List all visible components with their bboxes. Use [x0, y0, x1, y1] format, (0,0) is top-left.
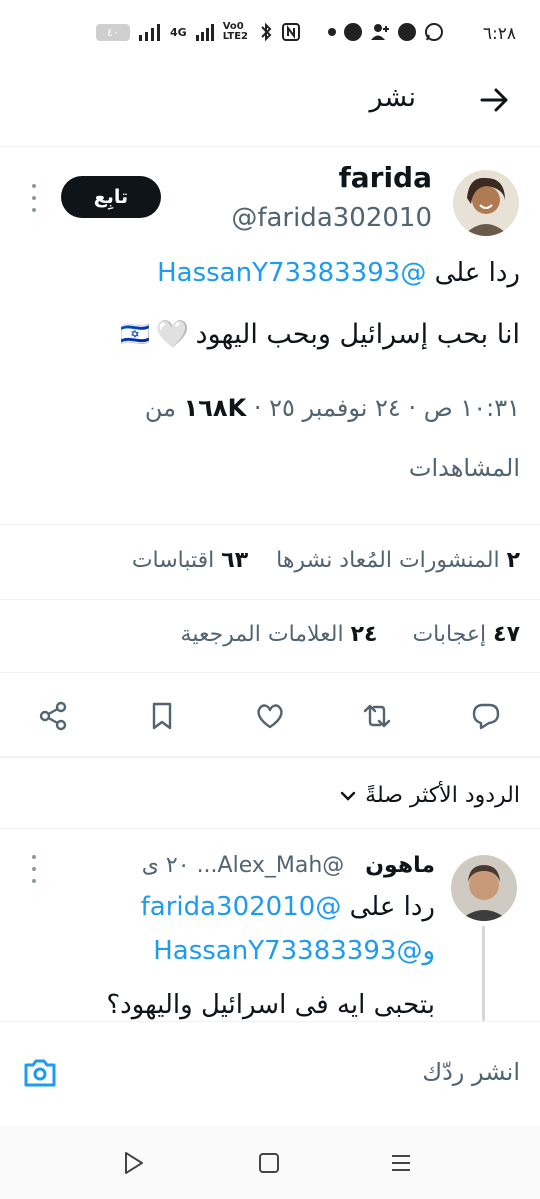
section-divider — [0, 828, 540, 829]
add-user-icon — [371, 24, 389, 40]
quotes-stat[interactable]: ٦٣ اقتباسات — [132, 548, 248, 573]
header-divider — [0, 146, 540, 147]
stats-divider-1 — [0, 524, 540, 525]
reply-mention-1[interactable]: @farida302010 — [141, 892, 342, 922]
reply-icon[interactable] — [470, 700, 502, 732]
camera-icon[interactable] — [22, 1057, 58, 1089]
reply-avatar[interactable] — [451, 855, 517, 921]
stats-divider-3 — [0, 672, 540, 673]
repost-quote-stats: ٢ المنشورات المُعاد نشرها ٦٣ اقتباسات — [132, 548, 520, 573]
reply-text: بتحبى ايه فى اسرائيل واليهود؟ — [106, 990, 435, 1020]
home-square-icon[interactable] — [257, 1151, 281, 1175]
battery-level: ٤٠ — [107, 25, 119, 39]
reply-time: ٢٠ ى — [141, 853, 190, 878]
status-time: ٦:٢٨ — [482, 24, 516, 44]
tweet-text: انا بحب إسرائيل وبحب اليهود 🤍 🇮🇱 — [120, 318, 520, 351]
facebook-icon-2 — [398, 23, 416, 41]
nfc-icon — [281, 23, 300, 41]
replying-to: ردا على @HassanY73383393 — [157, 258, 520, 288]
back-arrow-icon[interactable] — [478, 84, 510, 116]
reply-header: ماهون @Alex_Mah... ٢٠ ى — [142, 853, 435, 878]
tweet-timestamp[interactable]: ١٠:٣١ ص · ٢٤ نوفمبر ٢٥ · — [254, 394, 520, 422]
repost-icon[interactable] — [361, 700, 393, 732]
reposts-label: المنشورات المُعاد نشرها — [276, 548, 500, 573]
whatsapp-icon — [425, 23, 443, 41]
reply-input[interactable]: انشر ردّك — [422, 1058, 520, 1086]
likes-count: ٤٧ — [493, 622, 520, 647]
views-label: المشاهدات — [408, 454, 520, 482]
share-icon[interactable] — [37, 700, 69, 732]
israel-flag-emoji: 🇮🇱 — [120, 320, 150, 348]
views-count: ١٦٨K — [183, 394, 247, 422]
recents-menu-icon[interactable] — [389, 1151, 413, 1175]
status-left-icons: ٤٠ 4G Vo‪0‬ LTE2 — [96, 22, 301, 42]
stats-divider-2 — [0, 599, 540, 600]
reply-author-handle[interactable]: @Alex_Mah... — [197, 853, 345, 878]
reply-more-options-icon[interactable] — [30, 855, 38, 883]
reply-author-name[interactable]: ماهون — [365, 853, 435, 878]
reply-replying-to: ردا على @farida302010 — [141, 892, 435, 922]
reposts-count: ٢ — [506, 548, 520, 573]
white-heart-emoji: 🤍 — [155, 319, 190, 350]
thread-line — [482, 926, 485, 1021]
bookmarks-label: العلامات المرجعية — [180, 622, 344, 647]
status-right-icons — [328, 22, 444, 42]
views-suffix: من — [144, 394, 176, 422]
author-handle[interactable]: @farida302010 — [231, 203, 432, 233]
signal-icon-2 — [195, 24, 214, 41]
bookmark-icon[interactable] — [146, 700, 178, 732]
status-bar: ٤٠ 4G Vo‪0‬ LTE2 ٦:٢٨ — [0, 0, 540, 70]
back-triangle-icon[interactable] — [120, 1150, 146, 1176]
network-type: 4G — [170, 25, 187, 39]
follow-button[interactable]: تابِع — [61, 176, 161, 218]
quotes-label: اقتباسات — [131, 548, 215, 573]
likes-stat[interactable]: ٤٧ إعجابات — [412, 622, 520, 647]
reply-replying-prefix: ردا على — [349, 892, 435, 922]
system-navigation-bar — [0, 1126, 540, 1199]
more-options-icon[interactable] — [30, 184, 38, 212]
reposts-stat[interactable]: ٢ المنشورات المُعاد نشرها — [276, 548, 520, 573]
chevron-down-icon — [340, 791, 356, 801]
replying-prefix: ردا على — [434, 258, 520, 288]
tweet-body: انا بحب إسرائيل وبحب اليهود — [195, 318, 520, 350]
reply-mention-2[interactable]: و@HassanY73383393 — [153, 936, 435, 966]
actions-divider — [0, 756, 540, 758]
tweet-actions — [0, 693, 540, 739]
notification-dot-icon — [328, 28, 336, 36]
battery-icon: ٤٠ — [96, 23, 130, 41]
author-avatar[interactable] — [453, 170, 519, 236]
bookmarks-count: ٢٤ — [350, 622, 378, 647]
likes-label: إعجابات — [412, 622, 487, 647]
facebook-icon — [344, 23, 362, 41]
tweet-meta: ١٠:٣١ ص · ٢٤ نوفمبر ٢٥ · ١٦٨K من — [145, 394, 520, 422]
volte-label: Vo‪0‬ LTE2 — [222, 21, 249, 42]
replies-sort-dropdown[interactable]: الردود الأكثر صلةً — [339, 783, 520, 808]
quotes-count: ٦٣ — [221, 548, 249, 573]
bookmarks-stat[interactable]: ٢٤ العلامات المرجعية — [181, 622, 378, 647]
signal-icon — [139, 24, 160, 41]
page-title: نشر — [369, 82, 417, 113]
like-bookmark-stats: ٤٧ إعجابات ٢٤ العلامات المرجعية — [181, 622, 520, 647]
author-name[interactable]: farida — [339, 161, 432, 194]
bluetooth-icon — [260, 22, 272, 42]
replies-sort-label: الردود الأكثر صلةً — [365, 783, 520, 808]
heart-icon[interactable] — [254, 700, 286, 732]
replying-mention[interactable]: @HassanY73383393 — [157, 258, 426, 288]
